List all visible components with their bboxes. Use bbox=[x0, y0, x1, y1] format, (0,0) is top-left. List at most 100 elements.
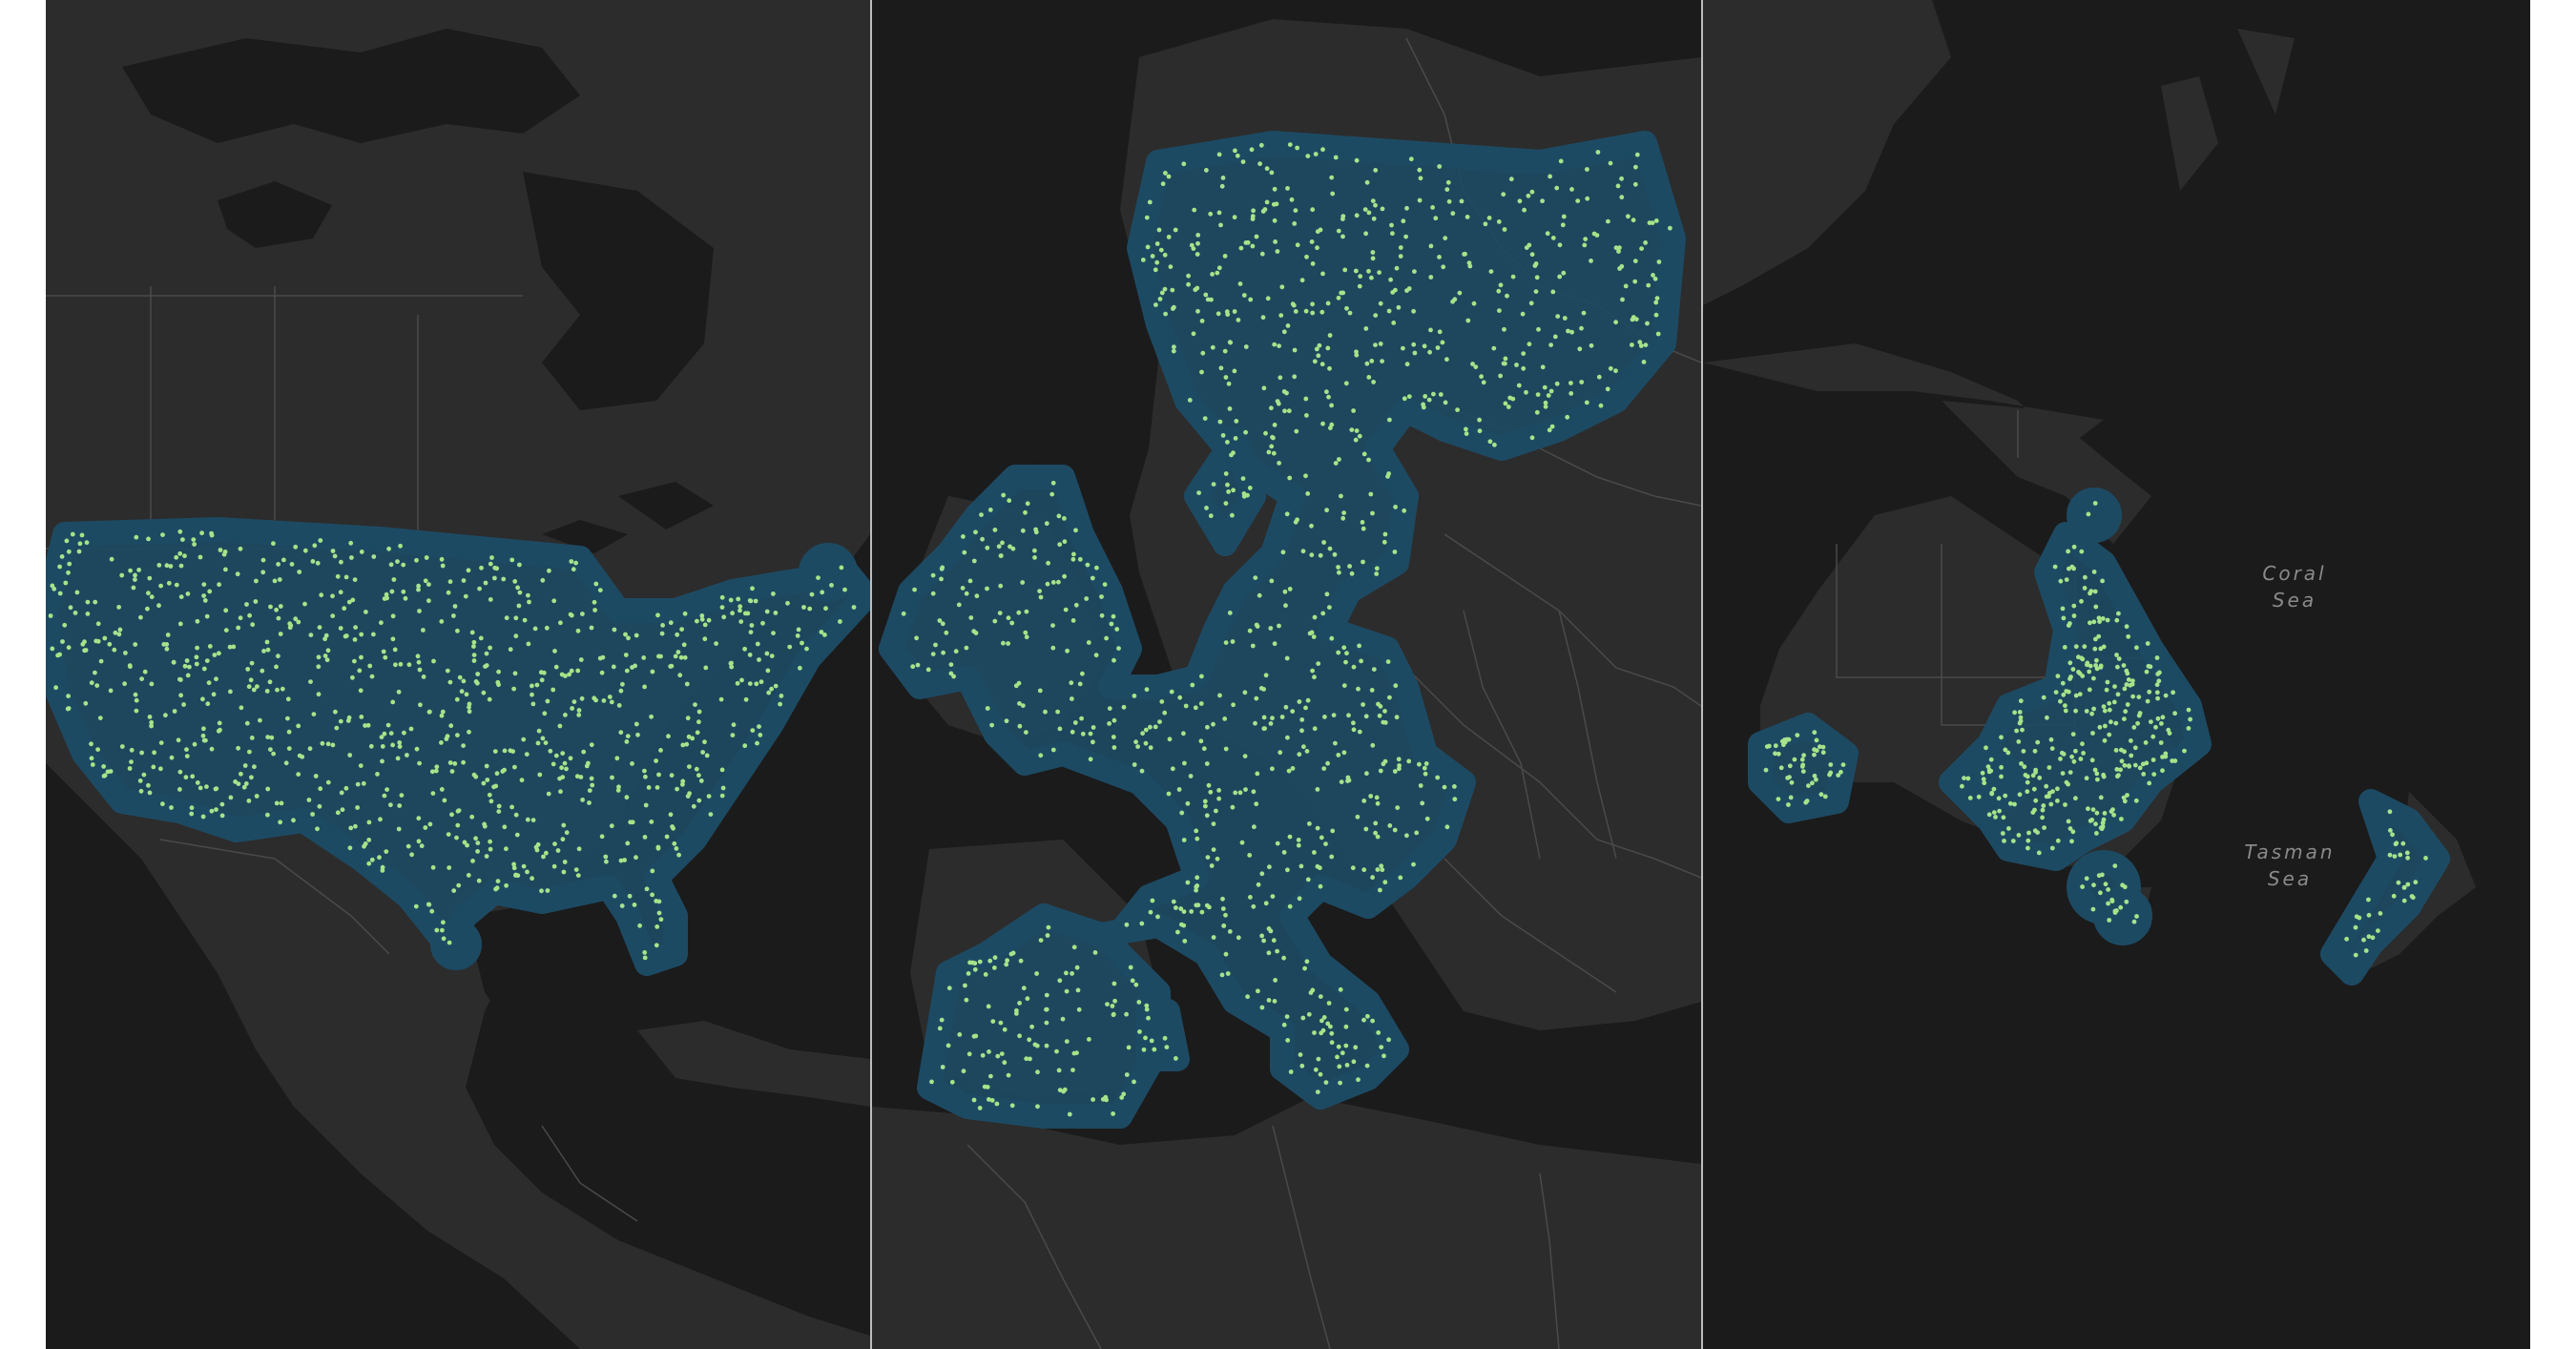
sample-point bbox=[912, 587, 917, 592]
sample-point bbox=[116, 605, 121, 610]
sample-point bbox=[1038, 753, 1044, 758]
sample-point bbox=[1411, 342, 1417, 347]
sample-point bbox=[1182, 939, 1188, 944]
sample-point bbox=[1056, 513, 1062, 519]
sample-point bbox=[685, 716, 691, 721]
map-panel-north-america[interactable] bbox=[46, 0, 870, 1349]
map-panel-europe[interactable] bbox=[872, 0, 1701, 1349]
sample-point bbox=[178, 693, 184, 698]
sample-point bbox=[945, 1043, 951, 1048]
sample-point bbox=[76, 549, 82, 554]
sample-point bbox=[1216, 788, 1221, 793]
sample-point bbox=[992, 955, 998, 961]
sample-point bbox=[1653, 300, 1659, 305]
sample-point bbox=[350, 674, 355, 680]
sample-point bbox=[1554, 381, 1560, 386]
sample-point bbox=[139, 750, 144, 756]
sample-point bbox=[1291, 302, 1297, 308]
sample-point bbox=[1215, 311, 1221, 317]
sample-point bbox=[1250, 243, 1256, 249]
sample-point bbox=[2084, 709, 2089, 714]
sample-point bbox=[1111, 613, 1116, 619]
sample-point bbox=[379, 735, 384, 739]
sample-point bbox=[1149, 1038, 1154, 1044]
sample-point bbox=[1223, 746, 1229, 752]
sample-point bbox=[1444, 187, 1450, 193]
sample-point bbox=[2080, 884, 2085, 889]
sample-point bbox=[117, 627, 123, 633]
sample-point bbox=[698, 778, 704, 783]
sample-point bbox=[1304, 254, 1309, 259]
sample-point bbox=[2092, 646, 2098, 652]
sample-point bbox=[250, 622, 256, 628]
sample-point bbox=[1655, 331, 1661, 337]
sample-point bbox=[2122, 762, 2128, 768]
sample-point bbox=[1225, 971, 1231, 976]
sample-point bbox=[242, 763, 248, 768]
sample-point bbox=[423, 825, 428, 830]
sample-point bbox=[1209, 297, 1214, 302]
sample-point bbox=[764, 651, 770, 656]
sample-point bbox=[1605, 386, 1610, 392]
sample-point bbox=[1346, 778, 1352, 783]
sample-point bbox=[399, 793, 405, 798]
sample-point bbox=[201, 666, 207, 672]
sample-point bbox=[551, 863, 557, 869]
sample-point bbox=[1343, 1024, 1349, 1029]
sample-point bbox=[217, 720, 222, 726]
sample-point bbox=[223, 567, 228, 572]
sample-point bbox=[557, 723, 563, 729]
sample-point bbox=[1185, 880, 1191, 885]
sample-point bbox=[487, 792, 492, 798]
sample-point bbox=[1099, 612, 1105, 618]
sample-point bbox=[1788, 795, 1794, 800]
sample-point bbox=[1240, 159, 1246, 165]
sample-point bbox=[1056, 1068, 1062, 1073]
sample-point bbox=[1069, 680, 1074, 686]
sample-point bbox=[1121, 704, 1127, 710]
sample-point bbox=[939, 576, 944, 582]
sample-point bbox=[456, 882, 462, 888]
sample-point bbox=[796, 627, 801, 633]
sample-point bbox=[426, 582, 431, 587]
sample-point bbox=[1280, 550, 1286, 555]
sample-point bbox=[291, 818, 296, 823]
sample-point bbox=[2366, 934, 2372, 940]
sample-point bbox=[1420, 800, 1425, 806]
sample-point bbox=[1077, 681, 1083, 687]
sample-point bbox=[363, 723, 367, 728]
sample-point bbox=[601, 698, 607, 703]
sample-point bbox=[2025, 838, 2031, 843]
sample-point bbox=[318, 538, 323, 543]
sample-point bbox=[747, 653, 753, 657]
sample-point bbox=[475, 849, 480, 854]
sample-point bbox=[988, 1073, 993, 1079]
sample-point bbox=[1248, 895, 1253, 900]
sample-point bbox=[367, 663, 373, 669]
sample-point bbox=[1286, 408, 1292, 414]
sample-point bbox=[1272, 186, 1278, 192]
sample-point bbox=[718, 696, 724, 702]
sample-point bbox=[430, 864, 436, 870]
sample-point bbox=[1277, 623, 1281, 629]
sample-point bbox=[1035, 1069, 1040, 1075]
sample-point bbox=[1393, 505, 1398, 509]
sample-point bbox=[471, 639, 477, 645]
sample-point bbox=[542, 711, 548, 716]
sample-point bbox=[182, 663, 188, 669]
sample-point bbox=[201, 726, 206, 732]
sample-point bbox=[1633, 164, 1638, 170]
sample-point bbox=[66, 570, 71, 575]
sample-point bbox=[1046, 560, 1050, 566]
sample-point bbox=[1130, 978, 1135, 984]
sample-point bbox=[178, 677, 183, 682]
sample-point bbox=[1437, 255, 1442, 259]
sample-point bbox=[1077, 556, 1083, 562]
sample-point bbox=[330, 613, 336, 618]
sample-point bbox=[177, 787, 182, 792]
sample-point bbox=[80, 641, 86, 647]
sample-point bbox=[1020, 703, 1026, 708]
sample-point bbox=[1382, 880, 1388, 885]
map-panel-oceania[interactable]: Coral Sea Tasman Sea bbox=[1703, 0, 2530, 1349]
sample-point bbox=[513, 872, 519, 878]
